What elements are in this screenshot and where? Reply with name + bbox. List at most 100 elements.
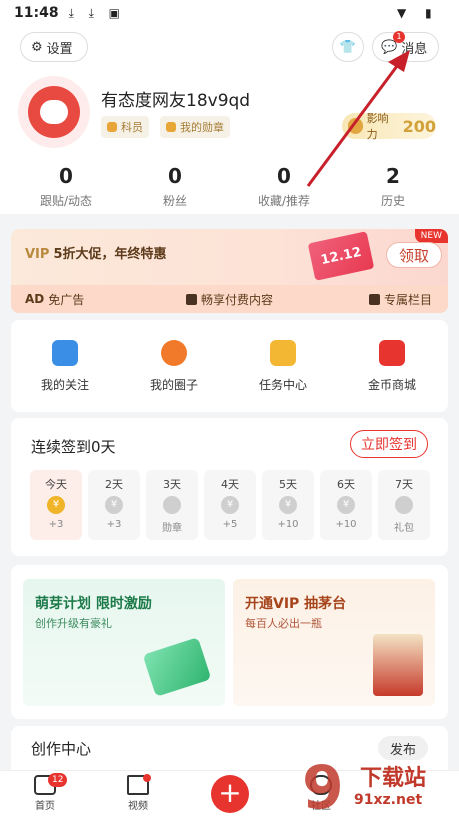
- tab-label: 视频: [128, 801, 148, 812]
- download-icon-2: ⤓: [88, 6, 94, 20]
- day-reward: 礼包: [394, 523, 414, 534]
- vip-word: VIP: [25, 247, 50, 262]
- settings-button[interactable]: ⚙ 设置: [20, 32, 88, 62]
- day-label: 3天: [163, 478, 181, 491]
- influence-label: 影响力: [366, 112, 389, 141]
- status-time: 11:48: [14, 5, 59, 21]
- checkin-day[interactable]: 4天 ¥ +5: [204, 470, 256, 540]
- checkin-day[interactable]: 2天 ¥ +3: [88, 470, 140, 540]
- coin-icon: ¥: [47, 496, 65, 514]
- download-icon: ⤓: [68, 6, 74, 20]
- vip-maotai-promo[interactable]: 开通VIP 抽茅台 每百人必出一瓶: [233, 579, 435, 706]
- vip-promo-card[interactable]: VIP 5折大促，年终特惠 12.12 NEW 领取 AD 免广告 畅享付费内容 …: [11, 229, 448, 313]
- messages-badge: 1: [393, 31, 405, 43]
- vip-perks: AD 免广告 畅享付费内容 专属栏目: [11, 285, 448, 313]
- video-dot: [143, 774, 151, 782]
- medals-tag[interactable]: 我的勋章: [160, 116, 230, 138]
- messages-button[interactable]: 💬 1 消息: [372, 31, 439, 62]
- promo-section: 萌芽计划 限时激励 创作升级有豪礼 开通VIP 抽茅台 每百人必出一瓶: [11, 565, 448, 719]
- promo-subtitle: 每百人必出一瓶: [245, 617, 322, 630]
- checkin-day[interactable]: 7天 礼包: [378, 470, 430, 540]
- checklist-icon: [270, 340, 296, 366]
- quick-links: 我的关注 我的圈子 任务中心 金币商城: [11, 320, 448, 412]
- sprout-plan-promo[interactable]: 萌芽计划 限时激励 创作升级有豪礼: [23, 579, 225, 706]
- day-label: 6天: [337, 478, 355, 491]
- promo-title: 开通VIP 抽茅台: [245, 596, 347, 612]
- influence-badge[interactable]: 影响力 200: [342, 112, 436, 141]
- coin-icon: ¥: [337, 496, 355, 514]
- ad-icon: AD: [25, 292, 45, 306]
- checkin-day[interactable]: 今天 ¥ +3: [30, 470, 82, 540]
- medal-icon: [166, 122, 176, 132]
- vip-title-text: 5折大促，年终特惠: [53, 247, 167, 262]
- stat-comments[interactable]: 0 跟贴/动态: [16, 164, 116, 209]
- tab-label: 首页: [35, 801, 55, 812]
- shopping-bag-icon: [379, 340, 405, 366]
- stat-number: 0: [59, 164, 73, 188]
- profile-header: ⚙ 设置 👕 💬 1 消息 有态度网友18v9qd 科员 我的勋章 影响力 20…: [0, 26, 459, 214]
- home-badge: 12: [48, 773, 68, 787]
- checkin-day[interactable]: 6天 ¥ +10: [320, 470, 372, 540]
- coin-icon: ¥: [221, 496, 239, 514]
- gift-icon: [395, 496, 413, 514]
- day-label: 4天: [221, 478, 239, 491]
- stat-history[interactable]: 2 历史: [343, 164, 443, 209]
- day-label: 5天: [279, 478, 297, 491]
- settings-label: 设置: [46, 41, 73, 57]
- day-reward: +10: [277, 519, 299, 530]
- influence-icon: [348, 118, 363, 134]
- dress-up-button[interactable]: 👕: [332, 32, 364, 62]
- day-label: 7天: [395, 478, 413, 491]
- sign-in-button[interactable]: 立即签到: [350, 430, 428, 458]
- medals-label: 我的勋章: [180, 121, 224, 134]
- quick-link-tasks[interactable]: 任务中心: [233, 340, 333, 393]
- day-reward: +5: [222, 519, 238, 530]
- quick-link-circles[interactable]: 我的圈子: [124, 340, 224, 393]
- book-icon: [186, 293, 197, 305]
- checkin-day[interactable]: 3天 勋章: [146, 470, 198, 540]
- day-reward: +3: [48, 519, 64, 530]
- avatar[interactable]: [18, 76, 90, 148]
- vip-title: VIP 5折大促，年终特惠: [25, 243, 166, 262]
- rank-label: 科员: [121, 121, 143, 134]
- perk-label: 专属栏目: [384, 292, 433, 307]
- phone-image: [142, 637, 212, 697]
- coin-icon: ¥: [105, 496, 123, 514]
- stat-label: 跟贴/动态: [39, 194, 93, 208]
- quick-link-following[interactable]: 我的关注: [15, 340, 115, 393]
- medal-icon: [163, 496, 181, 514]
- stat-favorites[interactable]: 0 收藏/推荐: [234, 164, 334, 209]
- watermark-url: 91xz.net: [352, 792, 425, 808]
- claim-button[interactable]: 领取: [386, 242, 442, 268]
- create-post-button[interactable]: +: [211, 775, 249, 813]
- app-notification-icon: ▣: [108, 6, 120, 20]
- stat-number: 0: [168, 164, 182, 188]
- day-label: 2天: [105, 478, 123, 491]
- status-bar: 11:48 ⤓ ⤓ ▣ ▼ ▮: [0, 0, 459, 26]
- quick-link-label: 任务中心: [258, 378, 307, 392]
- rank-icon: [107, 122, 117, 132]
- day-reward: +10: [335, 519, 357, 530]
- quick-link-label: 金币商城: [367, 378, 416, 392]
- perk-label: 畅享付费内容: [201, 292, 274, 307]
- column-icon: [369, 293, 380, 305]
- avatar-image: [28, 86, 80, 138]
- tab-home[interactable]: 12 首页: [15, 773, 75, 812]
- checkin-title: 连续签到0天: [31, 438, 116, 456]
- checkin-day[interactable]: 5天 ¥ +10: [262, 470, 314, 540]
- play-icon: [127, 774, 151, 795]
- stat-fans[interactable]: 0 粉丝: [125, 164, 225, 209]
- messages-label: 消息: [401, 41, 428, 57]
- tab-video[interactable]: 视频: [108, 774, 168, 812]
- quick-link-coin-mall[interactable]: 金币商城: [342, 340, 442, 393]
- perk-no-ads[interactable]: AD 免广告: [25, 291, 84, 308]
- stat-label: 收藏/推荐: [257, 194, 311, 208]
- username[interactable]: 有态度网友18v9qd: [101, 86, 250, 111]
- perk-exclusive-columns[interactable]: 专属栏目: [369, 291, 432, 308]
- gift-box-image: 12.12: [307, 231, 375, 281]
- influence-value: 200: [402, 116, 436, 136]
- rank-tag[interactable]: 科员: [101, 116, 149, 138]
- gear-icon: ⚙: [31, 39, 43, 55]
- quick-link-label: 我的圈子: [149, 378, 198, 392]
- perk-paid-content[interactable]: 畅享付费内容: [186, 291, 273, 308]
